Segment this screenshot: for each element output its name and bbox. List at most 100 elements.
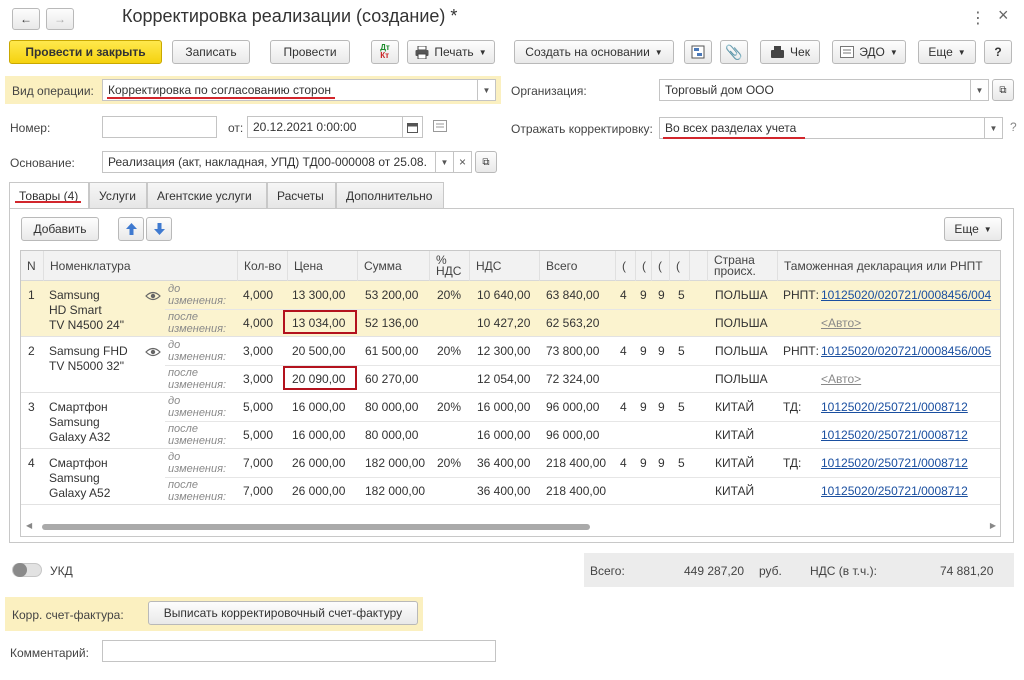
col-total[interactable]: Всего — [539, 251, 615, 281]
before-decl-link[interactable]: 10125020/250721/0008712 — [821, 400, 968, 414]
item-name-line[interactable]: TV N4500 24" — [49, 318, 124, 332]
item-name-line[interactable]: Samsung — [49, 471, 100, 485]
date-input[interactable]: 20.12.2021 0:00:00 — [247, 116, 423, 138]
before-country: КИТАЙ — [715, 456, 755, 470]
before-decl-link[interactable]: 10125020/020721/0008456/005 — [821, 344, 991, 358]
item-name-line[interactable]: Смартфон — [49, 456, 108, 470]
save-button[interactable]: Записать — [172, 40, 250, 64]
more-label: Еще — [928, 45, 953, 59]
row-divider — [165, 421, 1000, 422]
col-qty[interactable]: Кол-во — [237, 251, 287, 281]
post-button[interactable]: Провести — [270, 40, 350, 64]
attach-button[interactable]: 📎 — [720, 40, 748, 64]
after-decl-auto-link[interactable]: <Авто> — [821, 316, 861, 330]
basis-label: Основание: — [10, 156, 75, 170]
edo-button[interactable]: ЭДО ▼ — [832, 40, 906, 64]
chevron-down-icon[interactable]: ▼ — [984, 118, 1002, 138]
item-name-line[interactable]: Samsung FHD — [49, 344, 128, 358]
ukd-toggle[interactable] — [12, 563, 42, 577]
tab-services[interactable]: Услуги — [89, 182, 147, 208]
org-open-button[interactable]: ⧉ — [992, 79, 1014, 101]
org-select[interactable]: Торговый дом ООО ▼ — [659, 79, 989, 101]
basis-select[interactable]: Реализация (акт, накладная, УПД) ТД00-00… — [102, 151, 472, 173]
col-vat[interactable]: НДС — [469, 251, 539, 281]
col-vat-rate[interactable]: % НДС — [429, 251, 469, 281]
scroll-left-icon[interactable]: ◀ — [26, 521, 32, 530]
col-sum[interactable]: Сумма — [357, 251, 429, 281]
col-customs[interactable]: Таможенная декларация или РНПТ — [777, 251, 1000, 281]
item-name-line[interactable]: Galaxy A32 — [49, 430, 110, 444]
scroll-right-icon[interactable]: ▶ — [990, 521, 996, 530]
close-icon[interactable]: × — [998, 5, 1009, 26]
help-question-icon[interactable]: ? — [1010, 120, 1017, 134]
calendar-icon[interactable] — [402, 117, 422, 137]
print-button[interactable]: Печать ▼ — [407, 40, 495, 64]
table-more-button[interactable]: Еще ▼ — [944, 217, 1002, 241]
before-c1: 4 — [620, 400, 627, 414]
before-note: до изменения: — [168, 451, 227, 475]
create-based-on-button[interactable]: Создать на основании ▼ — [514, 40, 674, 64]
col-c1[interactable]: ( — [615, 251, 635, 281]
col-c5[interactable] — [689, 251, 707, 281]
tab-payments[interactable]: Расчеты — [267, 182, 336, 208]
item-name-line[interactable]: TV N5000 32" — [49, 359, 124, 373]
after-note: после изменения: — [168, 423, 227, 447]
after-vat: 10 427,20 — [477, 316, 531, 330]
chevron-down-icon: ▼ — [957, 47, 966, 57]
number-input[interactable] — [102, 116, 217, 138]
after-decl-auto-link[interactable]: <Авто> — [821, 372, 861, 386]
comment-input[interactable] — [102, 640, 496, 662]
tab-goods[interactable]: Товары (4) — [9, 182, 89, 209]
col-c2[interactable]: ( — [635, 251, 651, 281]
item-name-line[interactable]: Смартфон — [49, 400, 108, 414]
item-name-line[interactable]: Samsung — [49, 288, 100, 302]
before-decl-link[interactable]: 10125020/020721/0008456/004 — [821, 288, 991, 302]
help-button[interactable]: ? — [984, 40, 1012, 64]
move-down-button[interactable] — [146, 217, 172, 241]
scrollbar-thumb[interactable] — [42, 524, 590, 530]
forward-button[interactable]: → — [46, 8, 74, 30]
move-up-button[interactable] — [118, 217, 144, 241]
operation-value: Корректировка по согласованию сторон — [108, 83, 332, 97]
add-button[interactable]: Добавить — [21, 217, 99, 241]
date-label: от: — [228, 121, 244, 135]
after-vat: 16 000,00 — [477, 428, 531, 442]
tab-agent-services[interactable]: Агентские услуги — [147, 182, 267, 208]
back-button[interactable]: ← — [12, 8, 40, 30]
tab-additional[interactable]: Дополнительно — [336, 182, 444, 208]
after-decl-link[interactable]: 10125020/250721/0008712 — [821, 428, 968, 442]
structure-button[interactable] — [684, 40, 712, 64]
window-title: Корректировка реализации (создание) * — [122, 6, 458, 26]
clear-icon[interactable]: × — [453, 152, 471, 172]
col-c4[interactable]: ( — [669, 251, 689, 281]
post-and-close-button[interactable]: Провести и закрыть — [9, 40, 162, 64]
more-button[interactable]: Еще ▼ — [918, 40, 976, 64]
table-more-label: Еще — [954, 222, 979, 236]
after-decl-link[interactable]: 10125020/250721/0008712 — [821, 484, 968, 498]
arrow-up-icon — [125, 223, 137, 235]
item-name-line[interactable]: HD Smart — [49, 303, 102, 317]
chevron-down-icon[interactable]: ▼ — [435, 152, 453, 172]
dtkt-button[interactable]: Дт Кт — [371, 40, 399, 64]
basis-open-button[interactable]: ⧉ — [475, 151, 497, 173]
horizontal-scrollbar[interactable]: ◀ ▶ — [24, 521, 998, 532]
history-icon[interactable] — [433, 120, 447, 135]
before-decl-link[interactable]: 10125020/250721/0008712 — [821, 456, 968, 470]
col-n[interactable]: N — [21, 251, 43, 281]
chevron-down-icon[interactable]: ▼ — [477, 80, 495, 100]
check-button[interactable]: Чек — [760, 40, 820, 64]
col-c3[interactable]: ( — [651, 251, 669, 281]
reflect-select[interactable]: Во всех разделах учета ▼ — [659, 117, 1003, 139]
more-icon[interactable]: ⋮ — [970, 8, 986, 28]
eye-icon[interactable] — [145, 346, 161, 360]
create-invoice-button[interactable]: Выписать корректировочный счет-фактуру — [148, 601, 418, 625]
item-name-line[interactable]: Galaxy A52 — [49, 486, 110, 500]
before-vat: 36 400,00 — [477, 456, 531, 470]
col-price[interactable]: Цена — [287, 251, 357, 281]
col-country[interactable]: Страна происх. — [707, 251, 777, 281]
price-highlight-2 — [283, 366, 357, 390]
item-name-line[interactable]: Samsung — [49, 415, 100, 429]
col-item[interactable]: Номенклатура — [43, 251, 258, 281]
eye-icon[interactable] — [145, 290, 161, 304]
chevron-down-icon[interactable]: ▼ — [970, 80, 988, 100]
